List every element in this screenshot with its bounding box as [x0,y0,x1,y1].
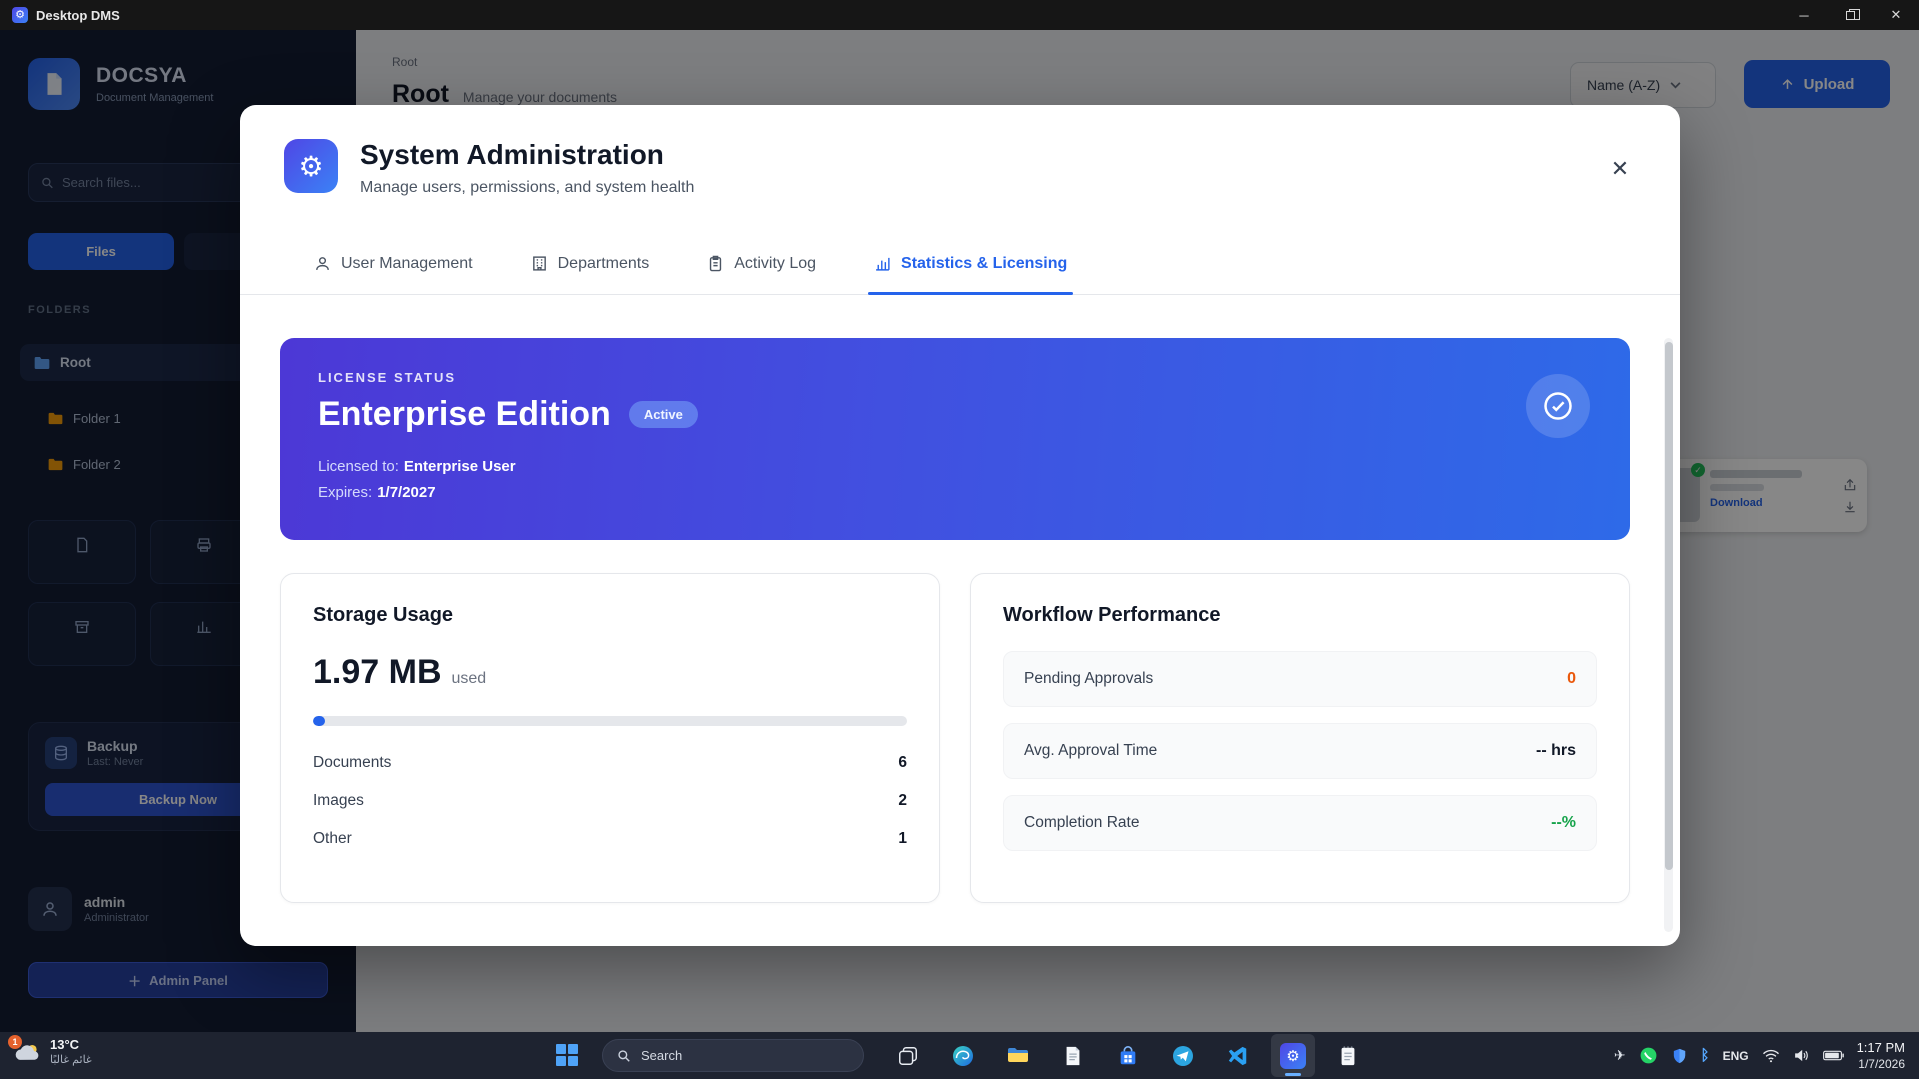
airplane-icon[interactable]: ✈ [1614,1047,1626,1064]
battery-icon[interactable] [1822,1050,1844,1061]
user-icon [316,257,329,270]
weather-condition: غائم غالبًا [50,1054,92,1066]
edge-browser-button[interactable] [941,1034,985,1077]
tab-user-management[interactable]: User Management [314,233,473,294]
workflow-performance-card: Workflow Performance Pending Approvals 0… [970,573,1630,903]
storage-usage-card: Storage Usage 1.97 MB used Documents 6 I… [280,573,940,903]
tab-statistics-licensing[interactable]: Statistics & Licensing [868,233,1074,295]
storage-progress-bar [313,716,907,726]
storage-progress-fill [313,716,325,726]
workflow-row-completion-rate: Completion Rate --% [1003,795,1597,851]
task-view-button[interactable] [886,1034,930,1077]
weather-alert-badge: 1 [8,1034,22,1049]
document-app-button[interactable] [1051,1034,1095,1077]
license-edition: Enterprise Edition [318,395,611,433]
tab-departments[interactable]: Departments [531,233,649,294]
restore-icon [1845,8,1860,20]
taskbar-apps: ⚙ [886,1034,1370,1077]
license-status-card: LICENSE STATUS Enterprise Edition Active… [280,338,1630,540]
modal-subtitle: Manage users, permissions, and system he… [360,179,695,196]
storage-row-documents: Documents 6 [313,754,907,771]
taskbar-search[interactable]: Search [602,1039,864,1072]
restore-button[interactable] [1827,0,1873,30]
search-icon [618,1049,630,1062]
modal-body: LICENSE STATUS Enterprise Edition Active… [240,295,1680,946]
notepad-icon [1341,1045,1355,1065]
volume-icon[interactable] [1793,1048,1810,1063]
telegram-button[interactable] [1161,1034,1205,1077]
workflow-row-avg-approval-time: Avg. Approval Time -- hrs [1003,723,1597,779]
task-view-icon [899,1046,917,1065]
edge-icon [953,1045,973,1066]
clipboard-icon [710,255,722,272]
scrollbar-thumb[interactable] [1664,342,1673,870]
vscode-button[interactable] [1216,1034,1260,1077]
notepad-button[interactable] [1326,1034,1370,1077]
wifi-icon[interactable] [1762,1049,1780,1063]
storage-title: Storage Usage [313,604,454,626]
cloud-icon: 1 [8,1034,42,1065]
expires-line: Expires: 1/7/2027 [318,484,436,501]
gear-icon: ⚙ [284,139,338,193]
storage-unit: used [451,670,487,687]
bluetooth-icon[interactable]: ᛒ [1701,1047,1710,1064]
clock[interactable]: 1:17 PM 1/7/2026 [1857,1039,1905,1073]
telegram-icon [1173,1045,1193,1066]
store-icon [1120,1045,1136,1064]
building-icon [532,256,546,271]
document-app-icon [1066,1046,1080,1065]
licensed-to-line: Licensed to: Enterprise User [318,458,516,475]
tab-activity-log[interactable]: Activity Log [707,233,816,294]
security-shield-icon[interactable] [1671,1047,1688,1065]
storage-row-other: Other 1 [313,830,907,847]
file-explorer-icon [1008,1047,1028,1062]
minimize-button[interactable]: ─ [1781,0,1827,30]
app-window-icon: ⚙ [12,7,28,23]
vscode-icon [1228,1046,1247,1065]
weather-widget[interactable]: 1 13°C غائم غالبًا [8,1034,92,1066]
window-title: Desktop DMS [36,7,120,23]
system-tray: ✈ ᛒ ENG 1:17 PM 1/7/2026 [1614,1032,1905,1079]
license-heading: LICENSE STATUS [318,370,457,385]
close-icon[interactable]: ✕ [1604,153,1636,185]
tray-time: 1:17 PM [1856,1039,1905,1055]
taskbar-search-label: Search [641,1048,683,1063]
system-administration-modal: ⚙ System Administration Manage users, pe… [240,105,1680,946]
language-indicator[interactable]: ENG [1723,1049,1749,1063]
check-circle-icon [1526,374,1590,438]
dms-app-icon: ⚙ [1280,1042,1306,1069]
storage-row-images: Images 2 [313,792,907,809]
modal-title: System Administration [360,139,664,170]
store-button[interactable] [1106,1034,1150,1077]
storage-amount: 1.97 MB [313,653,442,691]
dms-app-button[interactable]: ⚙ [1271,1034,1315,1077]
tray-date: 1/7/2026 [1858,1057,1905,1072]
bar-chart-icon [876,257,890,271]
weather-temp: 13°C [50,1037,80,1052]
modal-tabs: User Management Departments Activity Log… [240,233,1680,295]
status-badge: Active [628,401,698,428]
file-explorer-button[interactable] [996,1034,1040,1077]
workflow-row-pending-approvals: Pending Approvals 0 [1003,651,1597,707]
taskbar: 1 13°C غائم غالبًا Search ⚙ ✈ ᛒ ENG 1:17… [0,1032,1919,1079]
window-controls: ─ ✕ [1781,0,1919,30]
scrollbar-track[interactable] [1664,338,1673,932]
close-window-button[interactable]: ✕ [1873,0,1919,30]
workflow-title: Workflow Performance [1003,604,1221,626]
start-button[interactable] [556,1044,578,1066]
whatsapp-icon[interactable] [1639,1046,1658,1065]
window-titlebar: ⚙ Desktop DMS ─ ✕ [0,0,1919,30]
